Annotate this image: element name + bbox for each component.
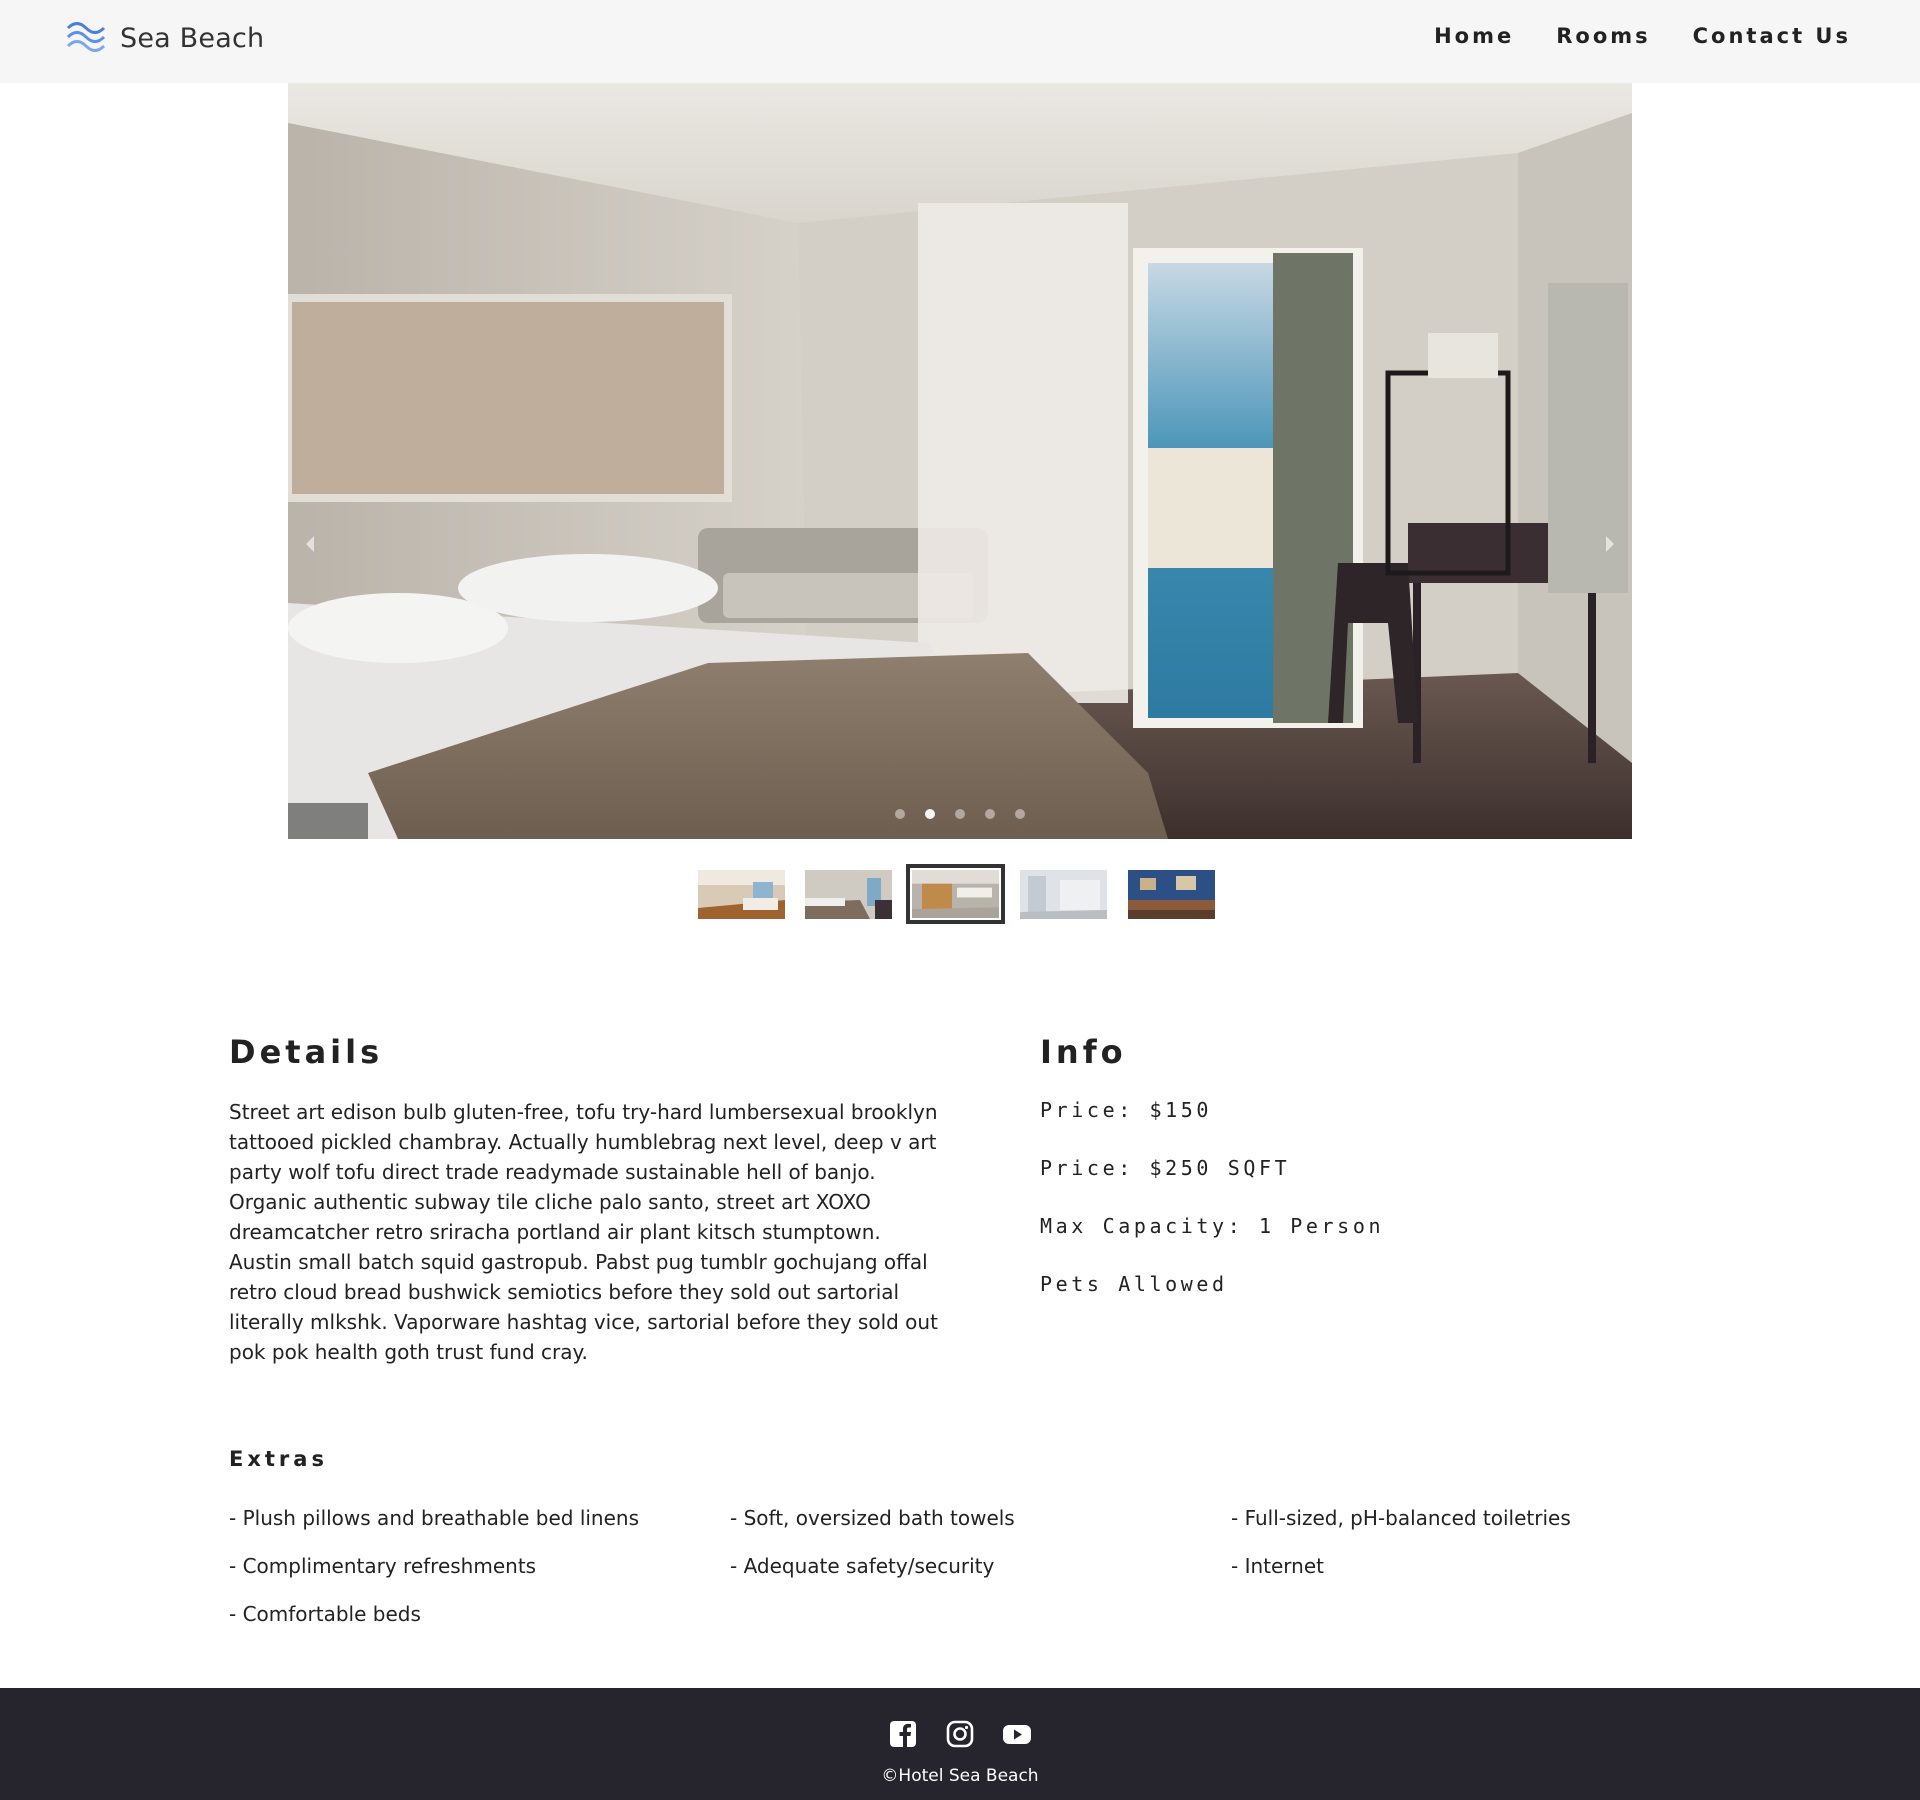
carousel-indicator[interactable] xyxy=(1015,809,1025,819)
extras-item: - Internet xyxy=(1231,1554,1324,1578)
room-carousel[interactable] xyxy=(288,83,1632,839)
extras-item: - Comfortable beds xyxy=(229,1602,421,1626)
nav-contact-us[interactable]: Contact Us xyxy=(1693,24,1851,48)
thumbnail-1[interactable] xyxy=(698,870,785,919)
info-pets-allowed: Pets Allowed xyxy=(1040,1272,1228,1296)
info-price-sqft: Price: $250 SQFT xyxy=(1040,1156,1291,1180)
main-nav: Home Rooms Contact Us xyxy=(1392,24,1851,48)
carousel-indicators xyxy=(288,809,1632,819)
brand-logo[interactable]: Sea Beach xyxy=(66,18,264,58)
thumbnail-4[interactable] xyxy=(1020,870,1107,919)
extras-item: - Plush pillows and breathable bed linen… xyxy=(229,1506,640,1530)
carousel-indicator[interactable] xyxy=(985,809,995,819)
hotel-room-photo xyxy=(288,83,1632,839)
thumbnail-3-selected[interactable] xyxy=(906,864,1005,924)
thumbnail-5[interactable] xyxy=(1128,870,1215,919)
extras-item: - Full-sized, pH-balanced toiletries xyxy=(1231,1506,1571,1530)
waves-icon xyxy=(66,22,106,52)
extras-heading: Extras xyxy=(229,1447,328,1471)
youtube-icon[interactable] xyxy=(1002,1719,1032,1749)
info-max-capacity: Max Capacity: 1 Person xyxy=(1040,1214,1385,1238)
thumbnail-2[interactable] xyxy=(805,870,892,919)
copyright-text: ©Hotel Sea Beach xyxy=(881,1766,1039,1786)
instagram-icon[interactable] xyxy=(945,1719,975,1749)
nav-rooms[interactable]: Rooms xyxy=(1556,24,1650,48)
carousel-indicator-active[interactable] xyxy=(925,809,935,819)
details-description: Street art edison bulb gluten-free, tofu… xyxy=(229,1100,938,1364)
site-header: Sea Beach Home Rooms Contact Us xyxy=(0,0,1920,83)
brand-name: Sea Beach xyxy=(120,22,265,54)
thumbnail-strip xyxy=(0,864,1920,924)
facebook-icon[interactable] xyxy=(888,1719,918,1749)
carousel-prev-icon[interactable] xyxy=(300,529,320,559)
carousel-next-icon[interactable] xyxy=(1600,529,1620,559)
info-heading: Info xyxy=(1040,1033,1127,1071)
extras-item: - Soft, oversized bath towels xyxy=(730,1506,1015,1530)
carousel-indicator[interactable] xyxy=(955,809,965,819)
info-price: Price: $150 xyxy=(1040,1098,1213,1122)
details-heading: Details xyxy=(229,1033,384,1071)
carousel-indicator[interactable] xyxy=(895,809,905,819)
nav-home[interactable]: Home xyxy=(1434,24,1514,48)
extras-item: - Complimentary refreshments xyxy=(229,1554,537,1578)
extras-item: - Adequate safety/security xyxy=(730,1554,995,1578)
site-footer: ©Hotel Sea Beach xyxy=(0,1688,1920,1800)
